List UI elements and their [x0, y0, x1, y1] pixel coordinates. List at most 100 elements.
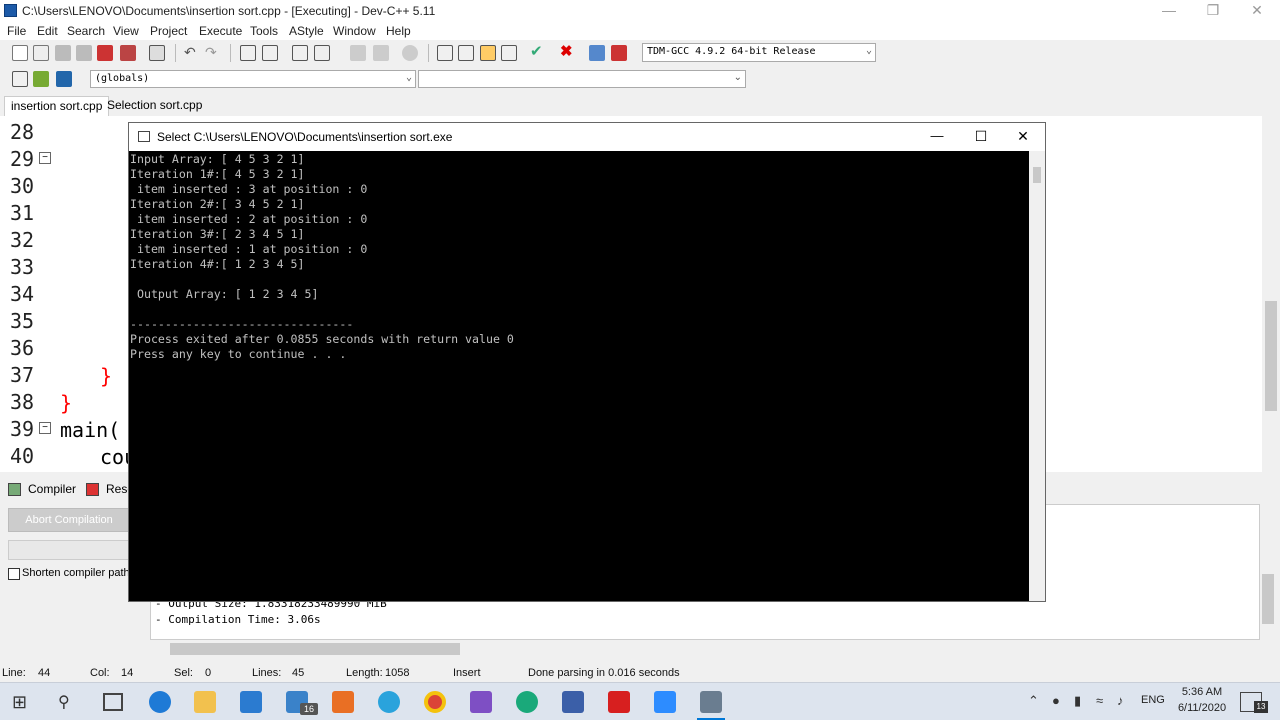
menu-search[interactable]: Search [67, 24, 105, 38]
console-window[interactable]: Select C:\Users\LENOVO\Documents\inserti… [128, 122, 1046, 602]
maximize-button[interactable]: ❐ [1190, 0, 1236, 22]
status-sel-label: Sel: [174, 667, 193, 679]
menu-view[interactable]: View [113, 24, 139, 38]
open-file-icon[interactable] [33, 45, 49, 61]
menu-astyle[interactable]: AStyle [289, 24, 324, 38]
language-indicator[interactable]: ENG [1141, 694, 1165, 706]
file-explorer-icon[interactable] [194, 691, 216, 713]
visual-studio-icon[interactable] [470, 691, 492, 713]
delete-profile-icon[interactable] [611, 45, 627, 61]
compile-icon[interactable] [437, 45, 453, 61]
search-icon[interactable]: ⚲ [58, 692, 78, 712]
goto-bookmark-icon[interactable] [56, 71, 72, 87]
scrollbar-thumb[interactable] [1033, 167, 1041, 183]
close-file-icon[interactable] [97, 45, 113, 61]
console-minimize-button[interactable]: — [915, 125, 959, 149]
find-icon[interactable] [240, 45, 256, 61]
menu-tools[interactable]: Tools [250, 24, 278, 38]
scrollbar-thumb[interactable] [1265, 301, 1277, 411]
run-icon[interactable] [458, 45, 474, 61]
console-close-button[interactable]: ✕ [1001, 125, 1045, 149]
close-button[interactable]: ✕ [1234, 0, 1280, 22]
save-all-icon[interactable] [76, 45, 92, 61]
indent-icon[interactable] [292, 45, 308, 61]
bookmark-icon[interactable] [402, 45, 418, 61]
scope-select[interactable]: (globals) ⌄ [90, 70, 416, 88]
rstudio-icon[interactable] [516, 691, 538, 713]
console-line: -------------------------------- [130, 317, 354, 331]
goto-back-icon[interactable] [350, 45, 366, 61]
compile-run-icon[interactable] [480, 45, 496, 61]
console-line: Input Array: [ 4 5 3 2 1] [130, 152, 305, 166]
line-number: 32 [10, 228, 35, 252]
save-icon[interactable] [55, 45, 71, 61]
minimize-button[interactable]: — [1146, 0, 1192, 22]
profile-icon[interactable] [589, 45, 605, 61]
console-maximize-button[interactable]: ☐ [959, 125, 1003, 149]
compiler-select[interactable]: TDM-GCC 4.9.2 64-bit Release ⌄ [642, 43, 876, 62]
toggle-bookmark-icon[interactable] [33, 71, 49, 87]
clock-time[interactable]: 5:36 AM [1180, 686, 1224, 698]
syntax-check-icon[interactable]: ✔ [530, 44, 546, 61]
close-all-icon[interactable] [120, 45, 136, 61]
acrobat-icon[interactable] [608, 691, 630, 713]
console-line: Iteration 4#:[ 1 2 3 4 5] [130, 257, 305, 271]
menu-window[interactable]: Window [333, 24, 376, 38]
menu-file[interactable]: File [7, 24, 26, 38]
zoom-icon[interactable] [654, 691, 676, 713]
notifications-count: 13 [1254, 701, 1268, 713]
edge-icon[interactable] [149, 691, 171, 713]
fold-toggle-icon[interactable]: − [39, 422, 51, 434]
unindent-icon[interactable] [314, 45, 330, 61]
undo-icon[interactable]: ↶ [184, 45, 200, 61]
microphone-icon[interactable]: ● [1052, 693, 1060, 708]
console-line: Iteration 2#:[ 3 4 5 2 1] [130, 197, 305, 211]
console-scrollbar[interactable] [1029, 151, 1045, 601]
replace-icon[interactable] [262, 45, 278, 61]
clock-date[interactable]: 6/11/2020 [1174, 702, 1230, 714]
scrollbar-thumb[interactable] [1262, 574, 1274, 624]
taskbar: ⊞ ⚲ 16 ⌃ ● ▮ ≈ ♪ ENG 5:36 AM 6/11/2020 1… [0, 682, 1280, 720]
store-icon[interactable] [240, 691, 262, 713]
tab-selection-sort[interactable]: Selection sort.cpp [101, 96, 208, 116]
menu-help[interactable]: Help [386, 24, 411, 38]
chevron-down-icon: ⌄ [405, 72, 412, 83]
editor-scrollbar[interactable] [1262, 116, 1280, 472]
task-view-icon[interactable] [103, 693, 123, 711]
devcpp-taskbar-icon[interactable] [562, 691, 584, 713]
telegram-icon[interactable] [378, 691, 400, 713]
console-output[interactable]: Input Array: [ 4 5 3 2 1] Iteration 1#:[ … [129, 151, 1029, 601]
devcpp-app-icon [4, 4, 17, 17]
toolbar-separator [428, 44, 429, 62]
tab-compiler[interactable]: Compiler [28, 482, 76, 496]
redo-icon[interactable]: ↷ [205, 45, 221, 61]
tab-insertion-sort[interactable]: insertion sort.cpp [4, 96, 110, 116]
menu-project[interactable]: Project [150, 24, 187, 38]
print-icon[interactable] [149, 45, 165, 61]
members-select[interactable]: ⌄ [418, 70, 746, 88]
wifi-icon[interactable]: ≈ [1096, 693, 1103, 708]
network-icon[interactable]: ▮ [1074, 693, 1081, 709]
notification-badge: 16 [300, 703, 318, 715]
line-number: 36 [10, 336, 35, 360]
menu-edit[interactable]: Edit [37, 24, 58, 38]
insert-icon[interactable] [12, 71, 28, 87]
new-file-icon[interactable] [12, 45, 28, 61]
chrome-icon[interactable] [424, 691, 446, 713]
shorten-path-checkbox[interactable] [8, 568, 20, 580]
volume-icon[interactable]: ♪ [1117, 693, 1124, 708]
console-taskbar-icon[interactable] [700, 691, 722, 713]
chevron-up-icon[interactable]: ⌃ [1028, 693, 1039, 709]
log-vscrollbar[interactable] [1260, 504, 1276, 640]
goto-forward-icon[interactable] [373, 45, 389, 61]
abort-compilation-button[interactable]: Abort Compilation [8, 508, 130, 532]
rebuild-icon[interactable] [501, 45, 517, 61]
windows-start-icon[interactable]: ⊞ [12, 693, 30, 711]
stop-execution-icon[interactable]: ✖ [560, 44, 576, 61]
status-mode: Insert [453, 667, 481, 679]
log-hscrollbar[interactable] [150, 640, 1260, 658]
matlab-icon[interactable] [332, 691, 354, 713]
menu-execute[interactable]: Execute [199, 24, 242, 38]
scrollbar-thumb[interactable] [170, 643, 460, 655]
fold-toggle-icon[interactable]: − [39, 152, 51, 164]
